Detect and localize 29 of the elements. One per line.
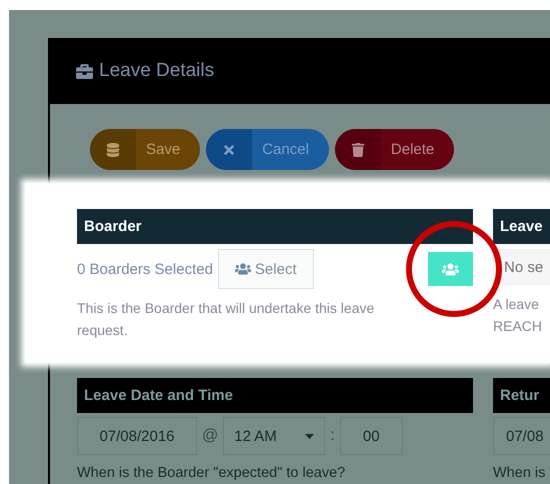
minute-field[interactable]: 00 bbox=[340, 417, 403, 455]
time-separator: : bbox=[330, 427, 335, 445]
delete-button[interactable]: Delete bbox=[334, 129, 454, 170]
group-button[interactable] bbox=[428, 252, 473, 286]
section-heading: Leave bbox=[493, 209, 550, 244]
cancel-button[interactable]: Cancel bbox=[206, 129, 329, 170]
save-button[interactable]: Save bbox=[90, 129, 200, 170]
database-icon bbox=[106, 142, 120, 156]
help-text: When is the Boarder "expected" to leave? bbox=[77, 465, 346, 481]
selected-count: 0 Boarders Selected bbox=[77, 260, 213, 278]
date-field[interactable]: 07/08 bbox=[493, 417, 550, 455]
users-icon bbox=[442, 260, 459, 278]
briefcase-icon bbox=[76, 62, 93, 80]
help-text: REACH bbox=[493, 317, 544, 336]
close-icon bbox=[222, 142, 236, 156]
section-heading: Leave Date and Time bbox=[77, 378, 473, 413]
users-icon bbox=[234, 261, 251, 277]
section-heading: Retur bbox=[493, 378, 550, 413]
caret-icon bbox=[305, 434, 314, 438]
date-field[interactable]: 07/08/2016 bbox=[77, 417, 197, 455]
hour-select[interactable]: 12 AM bbox=[223, 417, 326, 455]
modal-title: Leave Details bbox=[99, 60, 214, 82]
help-text: This is the Boarder that will undertake this leave request. bbox=[77, 299, 376, 340]
trash-icon bbox=[350, 142, 365, 156]
at-sign: @ bbox=[202, 427, 218, 445]
select-button[interactable]: Select bbox=[218, 249, 314, 289]
help-text: A leave bbox=[493, 295, 540, 314]
help-text: When is bbox=[493, 465, 546, 481]
section-heading: Boarder bbox=[77, 209, 473, 244]
